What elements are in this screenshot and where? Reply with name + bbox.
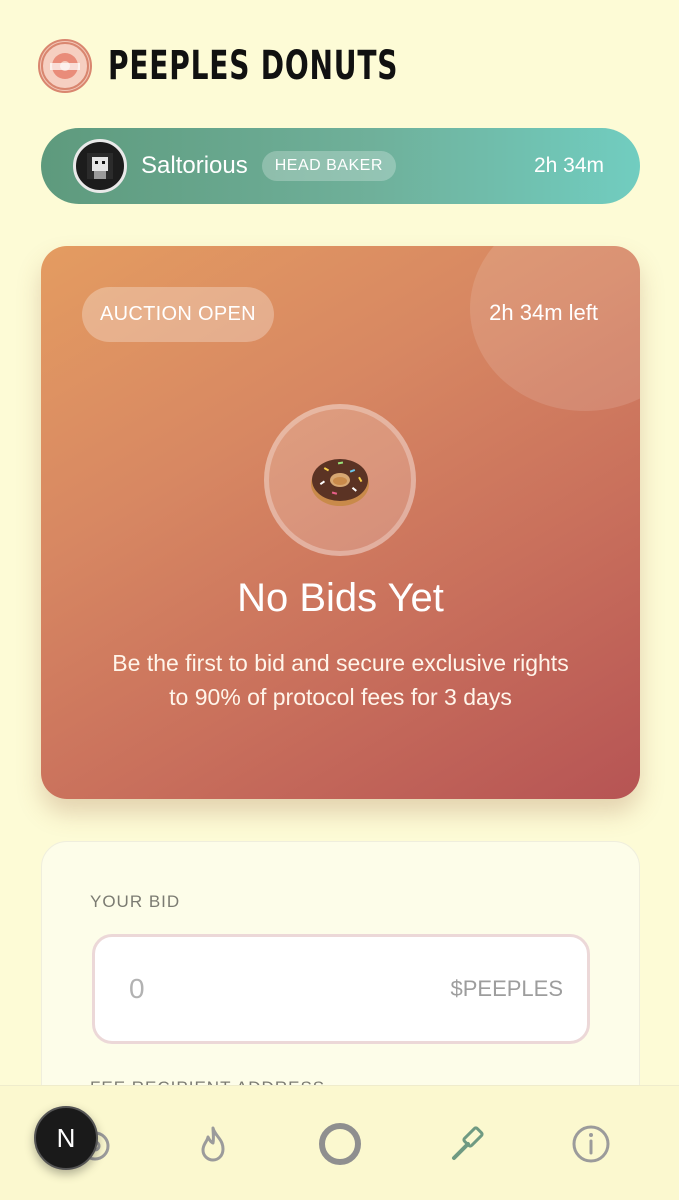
bottom-nav — [0, 1085, 679, 1200]
bid-input-value: 0 — [129, 973, 145, 1004]
baker-time: 2h 34m — [533, 154, 604, 177]
role-badge: HEAD BAKER — [261, 151, 396, 181]
baker-name: Saltorious — [141, 152, 248, 179]
ring-icon[interactable] — [312, 1116, 368, 1172]
flame-icon[interactable] — [185, 1116, 241, 1172]
no-bids-description: Be the first to bid and secure exclusive… — [112, 650, 569, 710]
bid-unit: $PEEPLES — [450, 976, 563, 1001]
status-badge: AUCTION OPEN — [82, 287, 274, 342]
time-left: 2h 34m left — [489, 300, 598, 325]
donut-logo-icon — [38, 39, 92, 93]
bid-input[interactable]: 0 $PEEPLES — [92, 934, 590, 1044]
app-title: PEEPLES DONUTS — [108, 43, 399, 89]
no-bids-heading: No Bids Yet — [237, 576, 444, 620]
donut-icon — [264, 404, 416, 556]
info-icon[interactable] — [563, 1116, 619, 1172]
dev-badge[interactable]: N — [34, 1106, 98, 1170]
decorative-bubble — [470, 246, 640, 411]
app-header: PEEPLES DONUTS — [38, 36, 480, 96]
gavel-icon[interactable] — [440, 1116, 496, 1172]
head-baker-bar[interactable]: Saltorious HEAD BAKER 2h 34m — [41, 128, 640, 204]
auction-card: AUCTION OPEN 2h 34m left No Bids Yet Be … — [41, 246, 640, 799]
bid-label: YOUR BID — [90, 892, 181, 911]
avatar — [73, 139, 127, 193]
